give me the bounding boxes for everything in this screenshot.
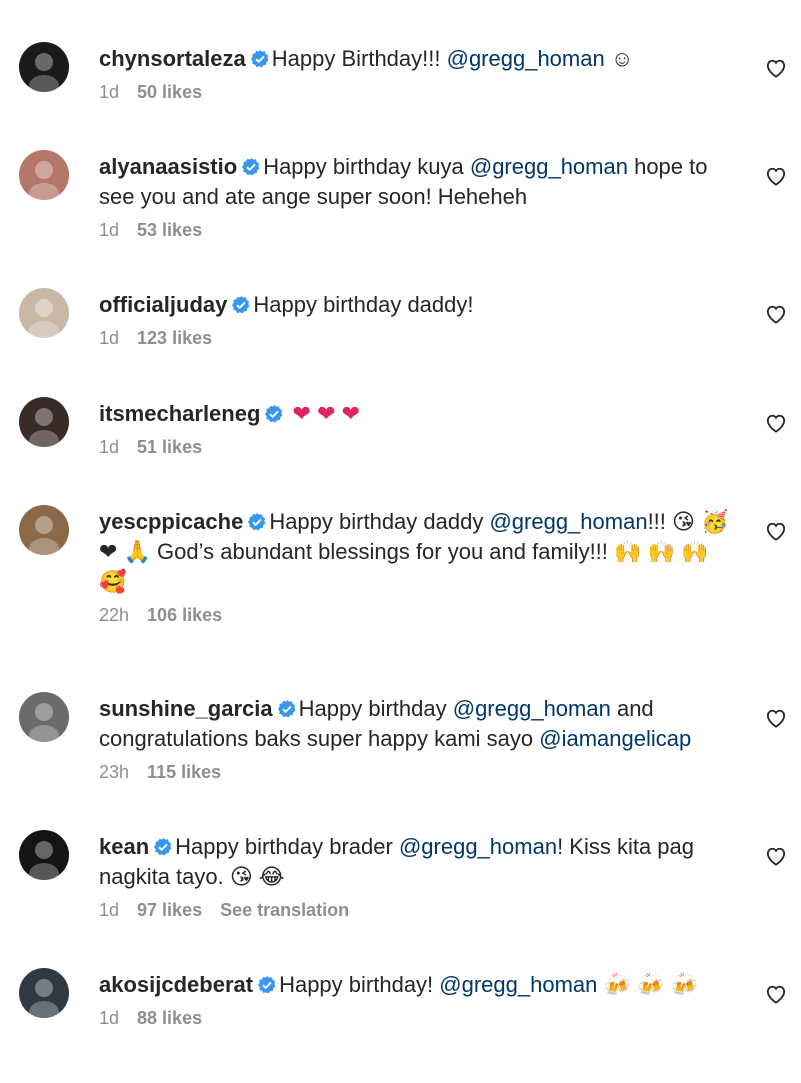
- comment-content: Happy birthday kuya: [263, 154, 470, 179]
- comment-meta: 22h 106 likes: [99, 605, 739, 626]
- likes-count[interactable]: 97 likes: [137, 900, 202, 920]
- likes-count[interactable]: 115 likes: [147, 762, 221, 782]
- avatar[interactable]: [19, 505, 69, 555]
- avatar[interactable]: [19, 830, 69, 880]
- like-heart-icon[interactable]: [765, 304, 787, 324]
- username[interactable]: itsmecharleneg: [99, 401, 260, 426]
- comment-content: Happy birthday!: [279, 972, 440, 997]
- avatar[interactable]: [19, 692, 69, 742]
- username[interactable]: kean: [99, 834, 149, 859]
- comment-content: 🍻 🍻 🍻: [597, 972, 698, 997]
- comment-content: ☺: [604, 46, 634, 71]
- username[interactable]: alyanaasistio: [99, 154, 237, 179]
- timestamp[interactable]: 1d: [99, 1008, 119, 1028]
- comment-body: akosijcdeberat Happy birthday! @gregg_hom…: [99, 970, 739, 1029]
- likes-count[interactable]: 53 likes: [137, 220, 202, 240]
- comment-meta: 1d 50 likes: [99, 82, 739, 103]
- mention-link[interactable]: @iamangelicap: [539, 726, 691, 751]
- timestamp[interactable]: 1d: [99, 900, 119, 920]
- verified-icon: [247, 512, 267, 532]
- comment-text: kean Happy birthday brader @gregg_homan! …: [99, 832, 739, 892]
- verified-icon: [231, 295, 251, 315]
- avatar[interactable]: [19, 397, 69, 447]
- verified-icon: [241, 157, 261, 177]
- username[interactable]: chynsortaleza: [99, 46, 246, 71]
- comment-body: chynsortaleza Happy Birthday!!! @gregg_ho…: [99, 44, 739, 103]
- like-heart-icon[interactable]: [765, 413, 787, 433]
- comment-text: chynsortaleza Happy Birthday!!! @gregg_ho…: [99, 44, 739, 74]
- comment-content: Happy birthday: [298, 696, 453, 721]
- comment-content: Happy birthday daddy!: [253, 292, 474, 317]
- likes-count[interactable]: 51 likes: [137, 437, 202, 457]
- comment-body: alyanaasistio Happy birthday kuya @gregg_…: [99, 152, 739, 241]
- comment-meta: 1d 97 likes See translation: [99, 900, 739, 921]
- comment-meta: 1d 123 likes: [99, 328, 739, 349]
- timestamp[interactable]: 22h: [99, 605, 129, 625]
- mention-link[interactable]: @gregg_homan: [399, 834, 557, 859]
- likes-count[interactable]: 88 likes: [137, 1008, 202, 1028]
- comment-body: sunshine_garcia Happy birthday @gregg_hom…: [99, 694, 739, 783]
- like-heart-icon[interactable]: [765, 984, 787, 1004]
- avatar[interactable]: [19, 42, 69, 92]
- comment-meta: 23h 115 likes: [99, 762, 739, 783]
- comment-content: Happy Birthday!!!: [271, 46, 447, 71]
- heart-emojis: ❤ ❤ ❤: [286, 401, 361, 426]
- avatar[interactable]: [19, 150, 69, 200]
- like-heart-icon[interactable]: [765, 521, 787, 541]
- verified-icon: [277, 699, 297, 719]
- comment-content: Happy birthday brader: [175, 834, 399, 859]
- timestamp[interactable]: 1d: [99, 82, 119, 102]
- like-heart-icon[interactable]: [765, 166, 787, 186]
- mention-link[interactable]: @gregg_homan: [453, 696, 611, 721]
- username[interactable]: yescppicache: [99, 509, 243, 534]
- comment-body: itsmecharleneg ❤ ❤ ❤ 1d 51 likes: [99, 399, 739, 458]
- mention-link[interactable]: @gregg_homan: [439, 972, 597, 997]
- likes-count[interactable]: 50 likes: [137, 82, 202, 102]
- comment-text: officialjuday Happy birthday daddy!: [99, 290, 739, 320]
- comment-body: officialjuday Happy birthday daddy! 1d 123 …: [99, 290, 739, 349]
- avatar[interactable]: [19, 288, 69, 338]
- comment-text: itsmecharleneg ❤ ❤ ❤: [99, 399, 739, 429]
- comment-text: yescppicache Happy birthday daddy @gregg_…: [99, 507, 739, 597]
- comment-meta: 1d 88 likes: [99, 1008, 739, 1029]
- verified-icon: [264, 404, 284, 424]
- like-heart-icon[interactable]: [765, 708, 787, 728]
- comment-meta: 1d 53 likes: [99, 220, 739, 241]
- verified-icon: [257, 975, 277, 995]
- like-heart-icon[interactable]: [765, 846, 787, 866]
- comment-text: sunshine_garcia Happy birthday @gregg_hom…: [99, 694, 739, 754]
- verified-icon: [250, 49, 270, 69]
- likes-count[interactable]: 123 likes: [137, 328, 212, 348]
- mention-link[interactable]: @gregg_homan: [470, 154, 628, 179]
- comment-body: kean Happy birthday brader @gregg_homan! …: [99, 832, 739, 921]
- timestamp[interactable]: 1d: [99, 437, 119, 457]
- like-heart-icon[interactable]: [765, 58, 787, 78]
- verified-icon: [153, 837, 173, 857]
- timestamp[interactable]: 23h: [99, 762, 129, 782]
- comment-content: Happy birthday daddy: [269, 509, 490, 534]
- mention-link[interactable]: @gregg_homan: [489, 509, 647, 534]
- mention-link[interactable]: @gregg_homan: [447, 46, 605, 71]
- timestamp[interactable]: 1d: [99, 220, 119, 240]
- comment-body: yescppicache Happy birthday daddy @gregg_…: [99, 507, 739, 626]
- username[interactable]: officialjuday: [99, 292, 227, 317]
- see-translation-button[interactable]: See translation: [220, 900, 349, 920]
- avatar[interactable]: [19, 968, 69, 1018]
- username[interactable]: akosijcdeberat: [99, 972, 253, 997]
- timestamp[interactable]: 1d: [99, 328, 119, 348]
- likes-count[interactable]: 106 likes: [147, 605, 222, 625]
- comment-text: akosijcdeberat Happy birthday! @gregg_hom…: [99, 970, 739, 1000]
- comment-meta: 1d 51 likes: [99, 437, 739, 458]
- comment-text: alyanaasistio Happy birthday kuya @gregg_…: [99, 152, 739, 212]
- username[interactable]: sunshine_garcia: [99, 696, 273, 721]
